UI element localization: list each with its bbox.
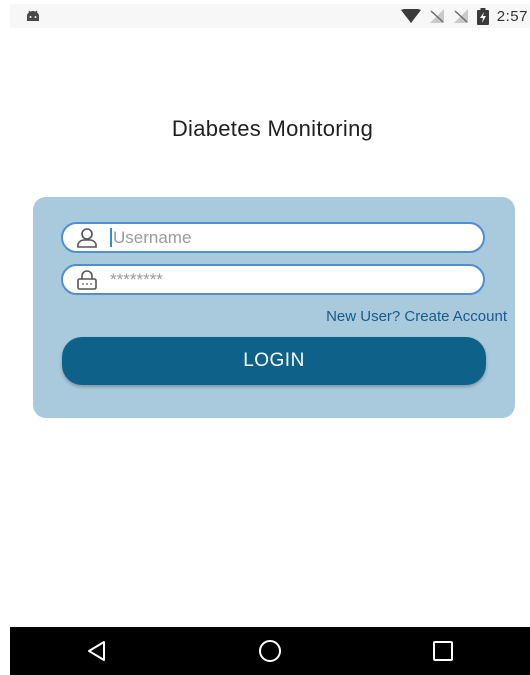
recents-icon[interactable] [413, 631, 473, 671]
user-icon [76, 227, 98, 249]
home-icon[interactable] [240, 631, 300, 671]
password-field[interactable] [61, 264, 485, 295]
app-title: Diabetes Monitoring [171, 116, 374, 141]
text-cursor [110, 228, 112, 247]
lock-icon [76, 269, 98, 291]
navigation-bar [10, 627, 530, 675]
no-signal-icon [453, 8, 469, 24]
back-icon[interactable] [67, 631, 127, 671]
android-debug-icon [26, 10, 40, 22]
password-input[interactable] [110, 269, 450, 290]
wifi-icon [400, 9, 421, 23]
status-bar: 2:57 [10, 4, 530, 28]
username-input[interactable] [113, 227, 453, 248]
username-field[interactable] [61, 222, 485, 253]
status-time: 2:57 [496, 7, 528, 25]
login-button[interactable]: LOGIN [62, 337, 486, 385]
no-signal-icon [429, 8, 445, 24]
create-account-link[interactable]: New User? Create Account [326, 308, 507, 325]
login-screen: 2:57 Diabetes Monitoring Username New Us… [0, 0, 530, 675]
login-card: New User? Create Account LOGIN [33, 197, 515, 418]
battery-charging-icon [476, 7, 489, 25]
